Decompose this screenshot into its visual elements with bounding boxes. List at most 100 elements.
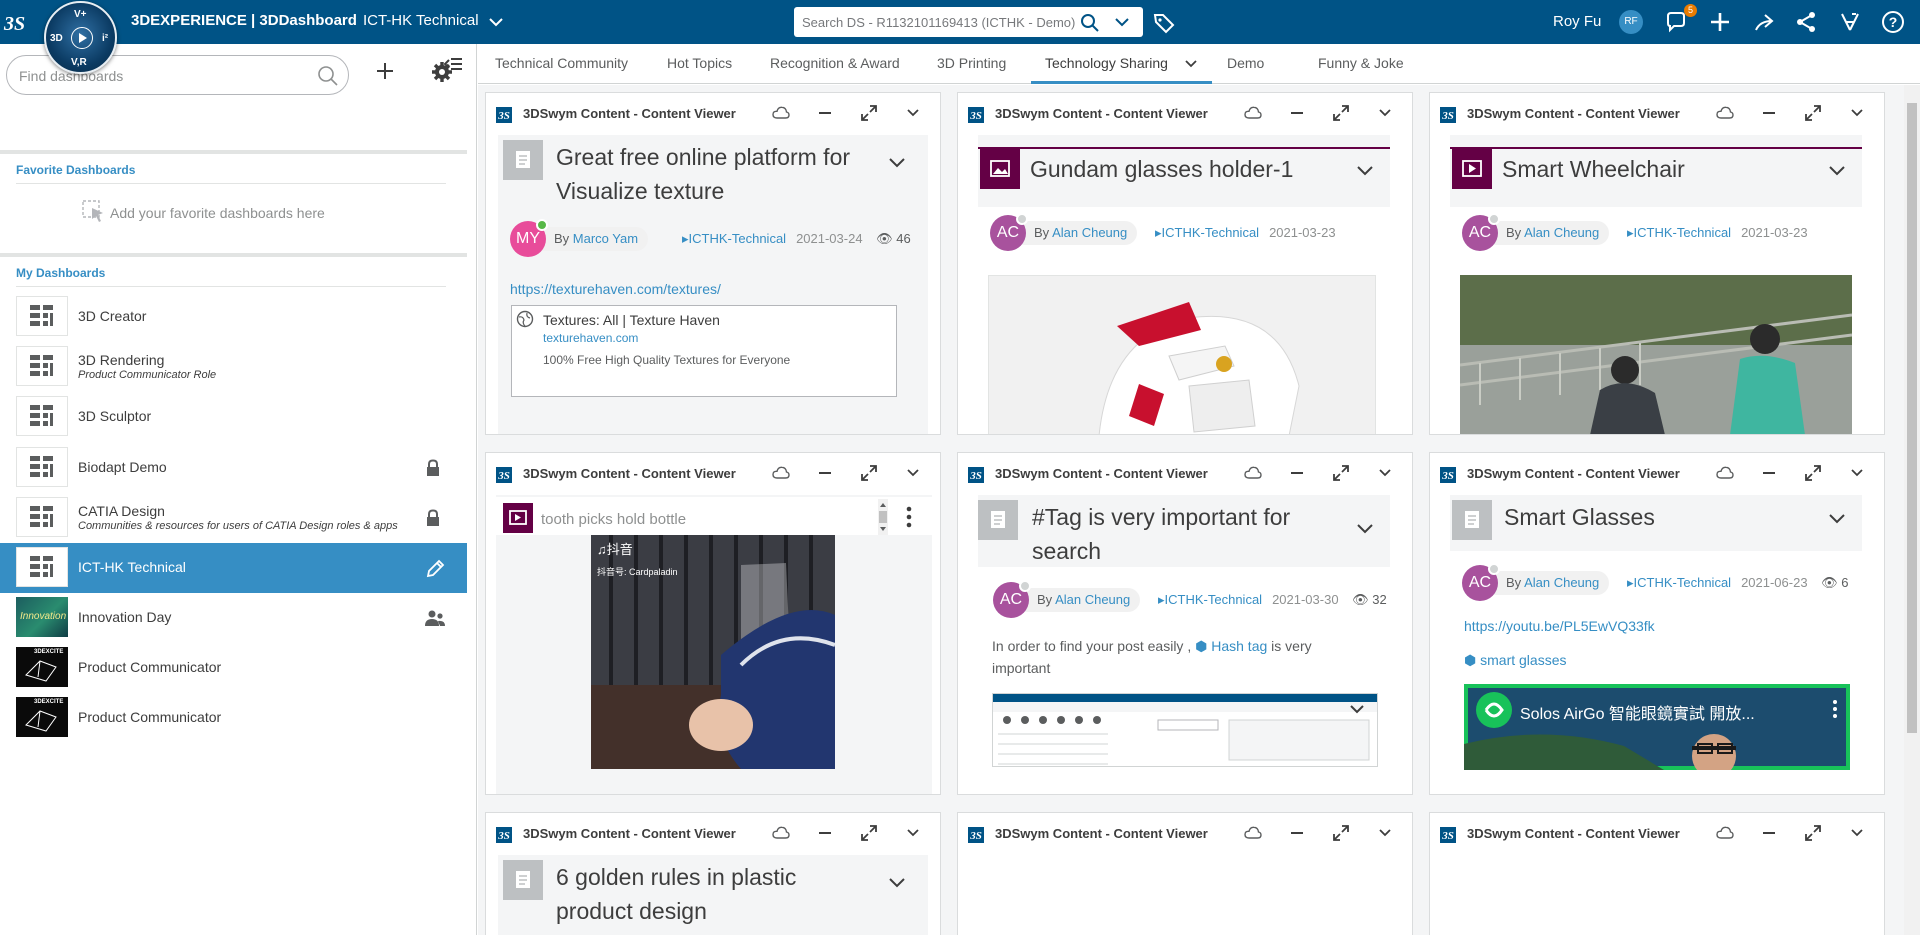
widget-menu-chevron-icon[interactable] (904, 824, 922, 842)
community-link[interactable]: ▸ICTHK-Technical (1627, 225, 1731, 240)
maximize-icon[interactable] (860, 464, 878, 482)
share-arrow-icon[interactable] (1751, 10, 1775, 34)
cloud-sync-icon[interactable] (772, 104, 790, 122)
chevron-down-icon[interactable] (1828, 165, 1846, 177)
author-link[interactable]: Alan Cheung (1524, 575, 1599, 590)
post-video-thumbnail[interactable] (1460, 275, 1852, 434)
author-pill[interactable]: By Alan Cheung (1484, 571, 1610, 595)
widget-menu-chevron-icon[interactable] (904, 104, 922, 122)
dashboard-item[interactable]: CATIA Design Communities & resources for … (0, 493, 467, 543)
maximize-icon[interactable] (860, 104, 878, 122)
compass-icon[interactable]: V+ 3D i² V,R (44, 1, 117, 74)
chevron-down-icon[interactable] (888, 877, 906, 889)
minimize-icon[interactable] (1288, 824, 1306, 842)
edit-pencil-icon[interactable] (425, 559, 445, 579)
author-pill[interactable]: By Alan Cheung (1012, 221, 1138, 245)
youtube-embed[interactable]: Solos AirGo 智能眼鏡實試 開放... (1464, 684, 1850, 770)
widget-menu-chevron-icon[interactable] (904, 464, 922, 482)
hashtag-link[interactable]: ⬢ Hash tag (1195, 638, 1267, 654)
post-title[interactable]: tooth picks hold bottle (541, 511, 686, 528)
more-options-icon[interactable] (906, 506, 912, 528)
cloud-sync-icon[interactable] (1716, 824, 1734, 842)
maximize-icon[interactable] (1332, 464, 1350, 482)
post-title[interactable]: Smart Wheelchair (1502, 152, 1822, 186)
widget-header[interactable]: 3S 3DSwym Content - Content Viewer (486, 93, 940, 133)
ds-logo-icon[interactable]: 3S (2, 8, 38, 36)
search-icon[interactable] (317, 65, 339, 87)
dashboard-item[interactable]: 3DEXCITE Product Communicator (0, 643, 467, 693)
community-link[interactable]: ▸ICTHK-Technical (1158, 592, 1262, 607)
author-link[interactable]: Alan Cheung (1052, 225, 1127, 240)
gear-icon[interactable] (431, 61, 453, 83)
post-title[interactable]: Smart Glasses (1504, 500, 1804, 534)
post-video[interactable]: ♫抖音 抖音号: Cardpaladin (591, 535, 835, 769)
scrollbar-thumb[interactable] (1907, 103, 1917, 733)
community-link[interactable]: ▸ICTHK-Technical (1627, 575, 1731, 590)
link-preview-card[interactable]: Textures: All | Texture Haven texturehav… (511, 305, 897, 397)
widget-header[interactable]: 3S 3DSwym Content - Content Viewer (1430, 813, 1884, 853)
dashboard-item[interactable]: ICT-HK Technical (0, 543, 467, 593)
minimize-icon[interactable] (816, 824, 834, 842)
post-title[interactable]: #Tag is very important for search (1032, 500, 1332, 568)
author-pill[interactable]: By Alan Cheung (1015, 588, 1141, 612)
vertical-scrollbar[interactable] (1904, 85, 1920, 935)
cloud-sync-icon[interactable] (1244, 104, 1262, 122)
author-link[interactable]: Alan Cheung (1055, 592, 1130, 607)
widget-header[interactable]: 3S 3DSwym Content - Content Viewer (1430, 453, 1884, 493)
author-link[interactable]: Marco Yam (573, 231, 638, 246)
post-url-link[interactable]: https://youtu.be/PL5EwVQ33fk (1464, 618, 1655, 634)
minimize-icon[interactable] (816, 104, 834, 122)
community-link[interactable]: ▸ICTHK-Technical (1155, 225, 1259, 240)
maximize-icon[interactable] (1804, 104, 1822, 122)
cloud-sync-icon[interactable] (1244, 464, 1262, 482)
widget-header[interactable]: 3S 3DSwym Content - Content Viewer (1430, 93, 1884, 133)
tab-hot-topics[interactable]: Hot Topics (667, 55, 732, 71)
minimize-icon[interactable] (1288, 104, 1306, 122)
post-image[interactable] (988, 275, 1376, 434)
widget-menu-chevron-icon[interactable] (1376, 824, 1394, 842)
dashboard-item[interactable]: 3D Sculptor (0, 392, 467, 442)
widget-menu-chevron-icon[interactable] (1848, 104, 1866, 122)
dashboard-item[interactable]: 3D Rendering Product Communicator Role (0, 342, 467, 392)
widget-header[interactable]: 3S 3DSwym Content - Content Viewer (958, 813, 1412, 853)
search-icon[interactable] (1080, 13, 1100, 33)
global-search[interactable] (794, 7, 1143, 37)
maximize-icon[interactable] (860, 824, 878, 842)
title-scroll-arrows-icon[interactable] (876, 499, 890, 535)
widget-header[interactable]: 3S 3DSwym Content - Content Viewer (486, 453, 940, 493)
user-avatar[interactable]: RF (1619, 10, 1643, 34)
widget-header[interactable]: 3S 3DSwym Content - Content Viewer (958, 453, 1412, 493)
maximize-icon[interactable] (1804, 824, 1822, 842)
plus-icon[interactable] (1708, 10, 1732, 34)
author-link[interactable]: Alan Cheung (1524, 225, 1599, 240)
widget-menu-chevron-icon[interactable] (1848, 464, 1866, 482)
tab-funny-joke[interactable]: Funny & Joke (1318, 55, 1404, 71)
widget-header[interactable]: 3S 3DSwym Content - Content Viewer (486, 813, 940, 853)
apps-compass-icon[interactable] (1838, 10, 1862, 34)
user-name[interactable]: Roy Fu (1553, 13, 1601, 30)
maximize-icon[interactable] (1332, 824, 1350, 842)
post-title[interactable]: Gundam glasses holder-1 (1030, 152, 1350, 186)
cloud-sync-icon[interactable] (1244, 824, 1262, 842)
author-pill[interactable]: By Marco Yam (532, 227, 649, 251)
dashboard-item[interactable]: 3DEXCITE Product Communicator (0, 693, 467, 743)
dashboard-item[interactable]: Innovation Innovation Day (0, 593, 467, 643)
minimize-icon[interactable] (1760, 104, 1778, 122)
chevron-down-icon[interactable] (1356, 165, 1374, 177)
post-screenshot-image[interactable] (992, 693, 1378, 767)
tag-link[interactable]: ⬢ smart glasses (1464, 652, 1566, 669)
tag-icon[interactable] (1153, 12, 1175, 34)
widget-menu-chevron-icon[interactable] (1376, 104, 1394, 122)
chevron-down-icon[interactable] (488, 15, 504, 29)
tab-recognition-award[interactable]: Recognition & Award (770, 55, 900, 71)
cloud-sync-icon[interactable] (1716, 104, 1734, 122)
cloud-sync-icon[interactable] (772, 824, 790, 842)
minimize-icon[interactable] (1760, 824, 1778, 842)
search-scope-chevron-icon[interactable] (1114, 15, 1130, 29)
tab-technology-sharing[interactable]: Technology Sharing (1045, 55, 1168, 71)
author-pill[interactable]: By Alan Cheung (1484, 221, 1610, 245)
global-search-input[interactable] (802, 13, 1080, 31)
minimize-icon[interactable] (816, 464, 834, 482)
share-network-icon[interactable] (1794, 10, 1818, 34)
help-icon[interactable]: ? (1881, 10, 1905, 34)
